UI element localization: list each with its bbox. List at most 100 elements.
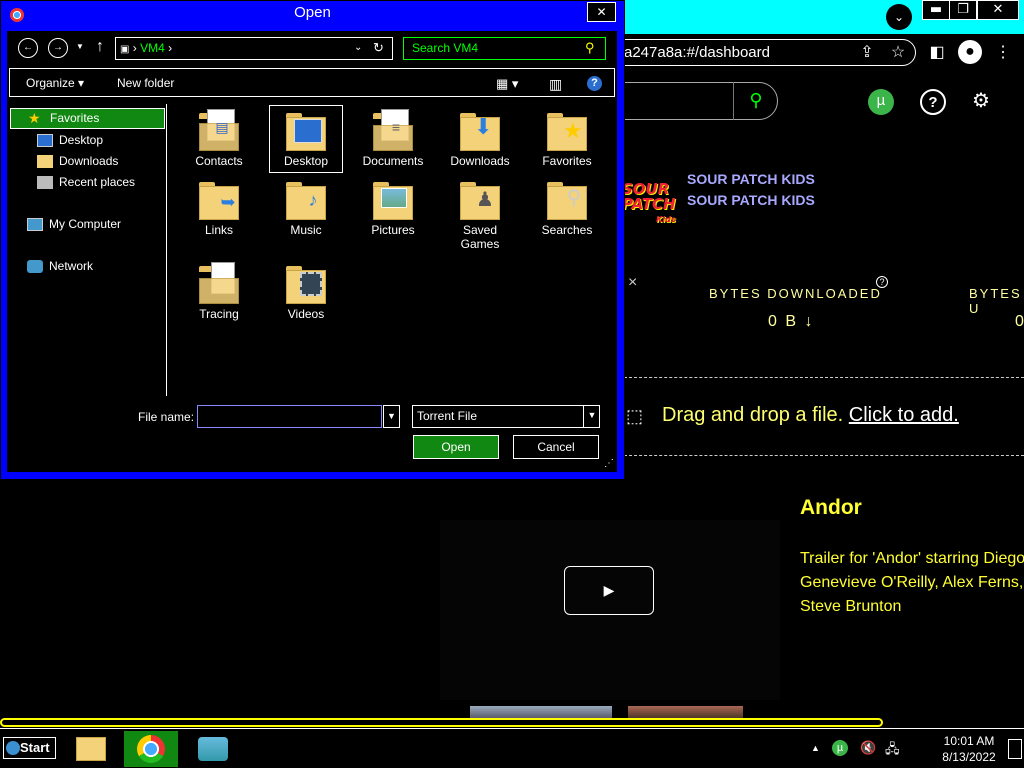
folder-music[interactable]: ♪ Music	[269, 176, 343, 237]
dismiss-icon[interactable]: ×	[628, 274, 637, 292]
system-clock[interactable]: 10:01 AM 8/13/2022	[931, 733, 1007, 765]
help-icon[interactable]: ?	[587, 76, 602, 91]
tray-expand-icon[interactable]: ▲	[811, 743, 820, 753]
dialog-search-input[interactable]: Search VM4	[403, 37, 606, 60]
file-name-dropdown-icon[interactable]: ▼	[383, 405, 400, 428]
sour-patch-logo: SOUR PATCH Kids	[622, 180, 676, 225]
search-icon[interactable]: ⚲	[733, 82, 778, 120]
window-minimize-button[interactable]: ▬	[922, 0, 950, 20]
picture-icon	[381, 188, 407, 208]
nav-item-my-computer[interactable]: My Computer	[27, 217, 121, 232]
search-icon[interactable]: ⚲	[585, 40, 595, 56]
path-breadcrumb[interactable]: ▣ › VM4 ›	[115, 37, 393, 60]
link-arrow-icon: ➥	[220, 192, 236, 212]
file-name-input[interactable]	[197, 405, 382, 428]
download-arrow-icon: ⬇	[474, 114, 493, 139]
stat-label-uploaded: BYTES U	[969, 286, 1022, 316]
forward-icon[interactable]: →	[48, 38, 68, 58]
settings-gear-icon[interactable]: ⚙	[968, 89, 994, 115]
help-icon[interactable]: ?	[920, 89, 946, 115]
share-icon[interactable]: ⇪	[856, 42, 878, 62]
view-options-icon[interactable]: ▦ ▾	[496, 76, 518, 92]
path-dropdown-icon[interactable]: ⌄	[354, 42, 362, 53]
folder-downloads[interactable]: ⬇ Downloads	[443, 107, 517, 168]
new-folder-button[interactable]: New folder	[117, 76, 174, 90]
organize-button[interactable]: Organize ▾	[26, 76, 84, 90]
desktop-icon	[294, 119, 322, 143]
sponsor-link[interactable]: SOUR PATCH KIDS	[687, 192, 815, 208]
nav-item-recent-places[interactable]: Recent places	[37, 175, 135, 190]
nav-item-favorites[interactable]: ★ Favorites	[28, 111, 99, 125]
up-folder-icon[interactable]: ↑	[96, 38, 104, 56]
utorrent-icon[interactable]: µ	[868, 89, 894, 115]
stat-value-downloaded: 0 B ↓	[768, 313, 815, 330]
open-button[interactable]: Open	[413, 435, 499, 459]
chess-piece-icon: ♟	[476, 189, 494, 211]
show-desktop-button[interactable]	[1008, 739, 1022, 759]
recent-locations-icon[interactable]: ▼	[76, 42, 84, 51]
utorrent-tray-icon[interactable]: µ	[832, 740, 848, 756]
folder-contacts[interactable]: ▤ Contacts	[182, 107, 256, 168]
browser-menu-icon[interactable]: ⋮	[992, 42, 1014, 62]
star-icon: ★	[563, 118, 583, 143]
recent-places-icon	[37, 176, 53, 190]
play-button[interactable]: ▶	[564, 566, 654, 615]
side-panel-icon[interactable]: ◧	[926, 42, 948, 62]
folder-searches[interactable]: ⚲ Searches	[530, 176, 604, 237]
folder-links[interactable]: ➥ Links	[182, 176, 256, 237]
window-close-button[interactable]: ✕	[977, 0, 1019, 20]
file-explorer-icon	[76, 736, 106, 761]
refresh-icon[interactable]: ↻	[373, 40, 384, 56]
document-icon: ≡	[391, 119, 401, 135]
navigation-pane	[9, 104, 167, 396]
file-name-label: File name:	[138, 410, 195, 424]
profile-avatar-icon[interactable]: ●	[958, 40, 982, 64]
taskbar-chrome-button[interactable]	[124, 731, 178, 767]
info-icon[interactable]: ?	[876, 276, 888, 288]
window-restore-button[interactable]: ❐	[949, 0, 977, 20]
stat-label-downloaded: BYTES DOWNLOADED	[709, 286, 882, 301]
nav-item-desktop[interactable]: Desktop	[37, 133, 103, 148]
dropzone-border-top	[624, 377, 1024, 378]
network-icon	[27, 260, 43, 274]
cancel-button[interactable]: Cancel	[513, 435, 599, 459]
dropzone-border-bottom	[624, 455, 1024, 456]
folder-pictures[interactable]: Pictures	[356, 176, 430, 237]
volume-muted-icon[interactable]: 🔇	[860, 740, 876, 756]
folder-tracing[interactable]: Tracing	[182, 260, 256, 321]
folder-desktop[interactable]: Desktop	[269, 107, 343, 168]
click-to-add-link[interactable]: Click to add.	[849, 404, 959, 426]
resize-grip-icon[interactable]: ⋰	[604, 458, 614, 469]
folder-videos[interactable]: Videos	[269, 260, 343, 321]
dropzone-text[interactable]: Drag and drop a file. Click to add.	[662, 404, 959, 427]
nav-item-network[interactable]: Network	[27, 259, 93, 274]
folder-documents[interactable]: ≡ Documents	[356, 107, 430, 168]
command-bar	[9, 68, 615, 97]
video-progress-bar[interactable]	[0, 718, 883, 727]
tab-search-dropdown-icon[interactable]: ⌄	[886, 4, 912, 30]
folder-saved-games[interactable]: ♟ Saved Games	[443, 176, 517, 251]
contacts-icon: ▤	[215, 119, 229, 135]
file-type-select[interactable]: Torrent File	[412, 405, 600, 428]
desktop-icon	[37, 134, 53, 148]
chrome-icon	[137, 734, 165, 763]
start-orb-icon	[6, 741, 20, 755]
taskbar-network-app-button[interactable]	[186, 731, 240, 767]
network-tray-icon[interactable]: 🖧	[885, 740, 900, 762]
preview-pane-icon[interactable]: ▥	[549, 76, 562, 93]
folder-favorites[interactable]: ★ Favorites	[530, 107, 604, 168]
magnifier-icon: ⚲	[566, 187, 582, 209]
stat-value-uploaded: 0	[1015, 313, 1024, 330]
video-title: Andor	[800, 496, 862, 519]
taskbar-explorer-button[interactable]	[64, 731, 118, 767]
dialog-title: Open	[294, 4, 331, 21]
back-icon[interactable]: ←	[18, 38, 38, 58]
file-type-dropdown-icon[interactable]: ▼	[583, 405, 600, 428]
network-users-icon	[198, 736, 228, 761]
nav-item-downloads[interactable]: Downloads	[37, 154, 118, 169]
star-icon: ★	[28, 110, 41, 127]
dialog-close-button[interactable]: ✕	[587, 2, 616, 22]
folder-icon: ▣	[120, 44, 130, 55]
bookmark-star-icon[interactable]: ☆	[887, 42, 909, 62]
sponsor-link[interactable]: SOUR PATCH KIDS	[687, 171, 815, 187]
